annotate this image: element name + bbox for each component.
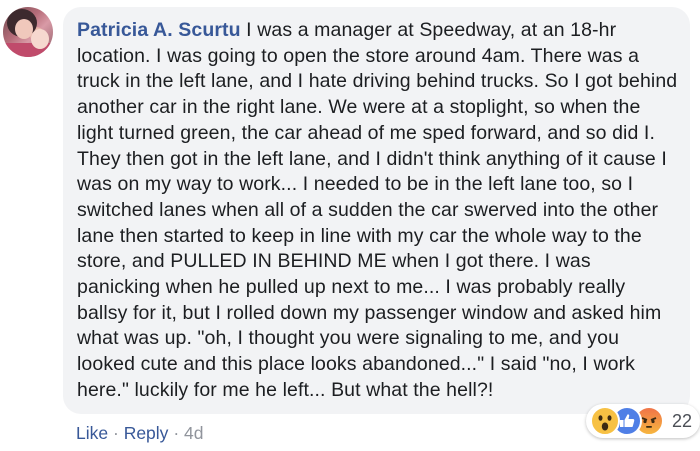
comment: Patricia A. Scurtu I was a manager at Sp… bbox=[0, 0, 700, 451]
reaction-count: 22 bbox=[672, 410, 693, 431]
wow-reaction-icon bbox=[590, 406, 620, 436]
reactions-summary[interactable]: 22 bbox=[586, 404, 700, 438]
avatar[interactable] bbox=[3, 7, 53, 57]
comment-body: I was a manager at Speedway, at an 18-hr… bbox=[77, 19, 678, 401]
comment-timestamp[interactable]: 4d bbox=[184, 423, 203, 443]
avatar-baby-face bbox=[31, 29, 49, 49]
comment-actions: Like · Reply · 4d bbox=[76, 423, 203, 444]
action-separator: · bbox=[173, 423, 180, 443]
comment-text: Patricia A. Scurtu I was a manager at Sp… bbox=[77, 18, 678, 404]
comment-bubble: Patricia A. Scurtu I was a manager at Sp… bbox=[63, 7, 690, 414]
author-name[interactable]: Patricia A. Scurtu bbox=[77, 19, 241, 41]
reply-link[interactable]: Reply bbox=[124, 423, 169, 443]
action-separator: · bbox=[112, 423, 119, 443]
like-link[interactable]: Like bbox=[76, 423, 108, 443]
